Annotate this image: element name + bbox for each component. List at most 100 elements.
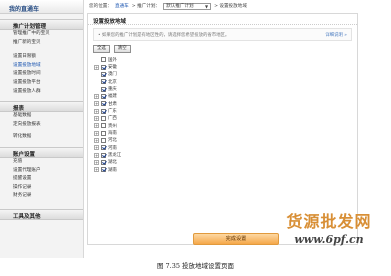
region-row: + 海南 xyxy=(94,129,357,136)
expand-toggle-icon[interactable]: + xyxy=(94,137,99,143)
sidebar-item-operation-log[interactable]: 操作记录 xyxy=(0,184,83,193)
region-row: + 湖北 xyxy=(94,159,357,166)
region-label: 海南 xyxy=(108,131,117,137)
region-checkbox[interactable] xyxy=(101,79,106,85)
region-checkbox[interactable] xyxy=(101,57,106,63)
select-all-button[interactable]: 全选 xyxy=(93,45,110,53)
sidebar-item-recharge[interactable]: 充值 xyxy=(0,158,83,167)
sidebar-item-finance-log[interactable]: 财务记录 xyxy=(0,192,83,201)
region-label: 河北 xyxy=(108,138,117,144)
region-row: 国外 xyxy=(94,56,357,63)
expand-toggle-icon[interactable]: + xyxy=(94,123,99,129)
sidebar-section-account[interactable]: 账户设置 xyxy=(0,146,83,158)
region-checkbox[interactable] xyxy=(101,167,106,173)
sidebar-item-time[interactable]: 设置投放时间 xyxy=(0,70,83,79)
sidebar-item-promote-new[interactable]: 推广新的宝贝 xyxy=(0,39,83,48)
figure-caption: 图 7.35 投放地域设置页面 xyxy=(156,262,235,270)
region-checkbox[interactable] xyxy=(101,123,106,129)
region-label: 甘肃 xyxy=(108,101,117,107)
region-label: 国外 xyxy=(108,57,117,63)
region-row: + 黑龙江 xyxy=(94,151,357,158)
expand-toggle-icon[interactable]: + xyxy=(94,145,99,151)
sidebar-item-platform[interactable]: 设置投放平台 xyxy=(0,79,83,88)
sidebar-item-conversion-data[interactable]: 转化数据 xyxy=(0,133,83,142)
sidebar-item-region[interactable]: 设置投放地域 xyxy=(0,62,83,71)
region-row: + 广东 xyxy=(94,107,357,114)
region-checkbox[interactable] xyxy=(101,101,106,107)
region-label: 湖南 xyxy=(108,167,117,173)
expand-toggle-icon[interactable]: + xyxy=(94,108,99,114)
plan-select-value: 默认推广计划 xyxy=(166,3,194,9)
region-row: + 广西 xyxy=(94,115,357,122)
region-checkbox[interactable] xyxy=(101,115,106,121)
clear-button[interactable]: 清空 xyxy=(113,45,131,53)
region-label: 澳门 xyxy=(108,72,117,78)
region-checkbox[interactable] xyxy=(101,93,106,99)
region-row: + 河南 xyxy=(94,144,357,151)
region-checkbox[interactable] xyxy=(101,152,106,158)
sidebar-item-daily-limit[interactable]: 设置日限额 xyxy=(0,53,83,62)
sidebar-section-plan-management[interactable]: 推广计划管理 xyxy=(0,19,83,30)
details-link[interactable]: 详细说明 » xyxy=(325,32,347,38)
region-checkbox[interactable] xyxy=(101,145,106,151)
region-label: 广东 xyxy=(108,109,117,115)
region-row: + 河北 xyxy=(94,137,357,144)
region-label: 北京 xyxy=(108,79,117,85)
expand-toggle-icon[interactable]: + xyxy=(94,64,99,70)
region-row: + 安徽 xyxy=(94,63,357,70)
sidebar-item-agent-account[interactable]: 设置代理账户 xyxy=(0,167,83,176)
plan-select[interactable]: 默认推广计划 ▼ xyxy=(163,2,212,10)
region-checkbox[interactable] xyxy=(101,64,106,70)
sidebar-item-manage-promoted[interactable]: 管理推广中的宝贝 xyxy=(0,30,83,39)
region-label: 黑龙江 xyxy=(108,153,122,159)
breadcrumb: 您的位置： 直通车 > 推广计划： 默认推广计划 ▼ > 设置投放地域 xyxy=(84,0,391,12)
sidebar-section-reports[interactable]: 报表 xyxy=(0,101,83,113)
notice-text: • 如果您的推广计划是有地区性的，请选择您希望投放的省市地区。 xyxy=(98,32,230,38)
region-checkbox[interactable] xyxy=(101,130,106,136)
region-label: 安徽 xyxy=(108,65,117,71)
region-row: + 甘肃 xyxy=(94,100,357,107)
region-label: 广西 xyxy=(108,116,117,122)
region-row: + 福建 xyxy=(94,93,357,100)
breadcrumb-sep-plan: > 推广计划： xyxy=(131,4,161,9)
sidebar-item-basic-data[interactable]: 基础数据 xyxy=(0,112,83,121)
sidebar: 我的直通车 推广计划管理 管理推广中的宝贝 推广新的宝贝 设置日限额 设置投放地… xyxy=(0,0,84,258)
region-row: 重庆 xyxy=(94,85,357,92)
panel-title: 设置投放地域 xyxy=(88,14,357,25)
region-checkbox[interactable] xyxy=(101,137,106,143)
expand-toggle-icon[interactable]: + xyxy=(94,93,99,99)
region-row: + 湖南 xyxy=(94,166,357,173)
sidebar-logo[interactable]: 我的直通车 xyxy=(0,0,83,14)
done-button[interactable]: 完成设置 xyxy=(193,233,279,245)
expand-toggle-icon[interactable]: + xyxy=(94,115,99,121)
chevron-down-icon: ▼ xyxy=(204,3,209,9)
region-tree: 国外 + 安徽 澳门 北京 重庆 + 福建 + 甘肃 + 广东 + 广西 + 贵州 + 海南 + 河北 + 河南 + 黑龙江 +… xyxy=(94,56,357,174)
region-label: 福建 xyxy=(108,94,117,100)
region-label: 河南 xyxy=(108,145,117,151)
region-checkbox[interactable] xyxy=(101,108,106,114)
breadcrumb-current: > 设置投放地域 xyxy=(214,4,247,9)
expand-toggle-icon[interactable]: + xyxy=(94,159,99,165)
watermark-url: www.6pf.cn xyxy=(294,233,364,246)
region-checkbox[interactable] xyxy=(101,86,106,92)
sidebar-item-reminder[interactable]: 提醒设置 xyxy=(0,175,83,184)
watermark-title: 货源批发网 xyxy=(286,212,372,231)
region-checkbox[interactable] xyxy=(101,159,106,165)
breadcrumb-link-ztc[interactable]: 直通车 xyxy=(115,3,129,9)
region-row: + 贵州 xyxy=(94,122,357,129)
expand-toggle-icon[interactable]: + xyxy=(94,101,99,107)
sidebar-section-tools[interactable]: 工具及其他 xyxy=(0,208,83,220)
sidebar-item-targeting-report[interactable]: 定向投放报表 xyxy=(0,121,83,130)
expand-toggle-icon[interactable]: + xyxy=(94,167,99,173)
breadcrumb-prefix: 您的位置： xyxy=(89,4,112,9)
region-checkbox[interactable] xyxy=(101,71,106,77)
expand-toggle-icon[interactable]: + xyxy=(94,130,99,136)
region-label: 湖北 xyxy=(108,160,117,166)
expand-toggle-icon[interactable]: + xyxy=(94,152,99,158)
sidebar-item-audience[interactable]: 设置投放人群 xyxy=(0,88,83,97)
region-row: 澳门 xyxy=(94,71,357,78)
